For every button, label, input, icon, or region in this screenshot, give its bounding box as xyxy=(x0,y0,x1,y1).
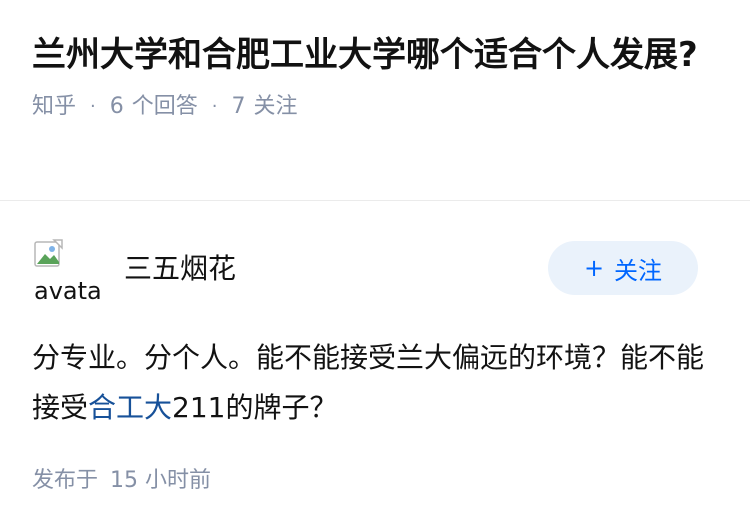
follow-button-label: 关注 xyxy=(614,256,663,285)
question-meta: 知乎 · 6 个回答 · 7 关注 xyxy=(32,92,718,122)
avatar[interactable]: avatar xyxy=(32,237,102,307)
broken-image-icon xyxy=(34,239,63,267)
answer-count-label[interactable]: 个回答 xyxy=(132,92,198,122)
question-title[interactable]: 兰州大学和合肥工业大学哪个适合个人发展? xyxy=(32,32,712,78)
section-divider xyxy=(0,200,750,201)
avatar-alt-text: avatar xyxy=(34,277,102,305)
question-header: 兰州大学和合肥工业大学哪个适合个人发展? 知乎 · 6 个回答 · 7 关注 xyxy=(0,0,750,168)
source-label[interactable]: 知乎 xyxy=(32,92,76,122)
zhihu-question-page: 兰州大学和合肥工业大学哪个适合个人发展? 知乎 · 6 个回答 · 7 关注 a… xyxy=(0,0,750,532)
meta-separator-dot: · xyxy=(90,96,96,117)
answer-text-part2: 211的牌子？ xyxy=(172,391,338,424)
answer-publish-time: 发布于 15 小时前 xyxy=(32,466,211,496)
publish-time: 15 小时前 xyxy=(110,468,212,493)
answer-count[interactable]: 6 xyxy=(110,92,124,122)
follow-count[interactable]: 7 xyxy=(232,92,246,122)
publish-label: 发布于 xyxy=(32,468,99,493)
answer-inline-link[interactable]: 合工大 xyxy=(88,391,172,424)
plus-icon: + xyxy=(583,254,605,282)
follow-author-button[interactable]: + 关注 xyxy=(548,241,698,295)
answer-content: 分专业。分个人。能不能接受兰大偏远的环境？能不能接受合工大211的牌子？ xyxy=(32,333,718,433)
meta-separator-dot: · xyxy=(211,96,218,117)
author-row: avatar 三五烟花 + 关注 xyxy=(32,237,718,307)
author-name[interactable]: 三五烟花 xyxy=(124,251,236,287)
follow-count-label[interactable]: 关注 xyxy=(254,92,298,122)
